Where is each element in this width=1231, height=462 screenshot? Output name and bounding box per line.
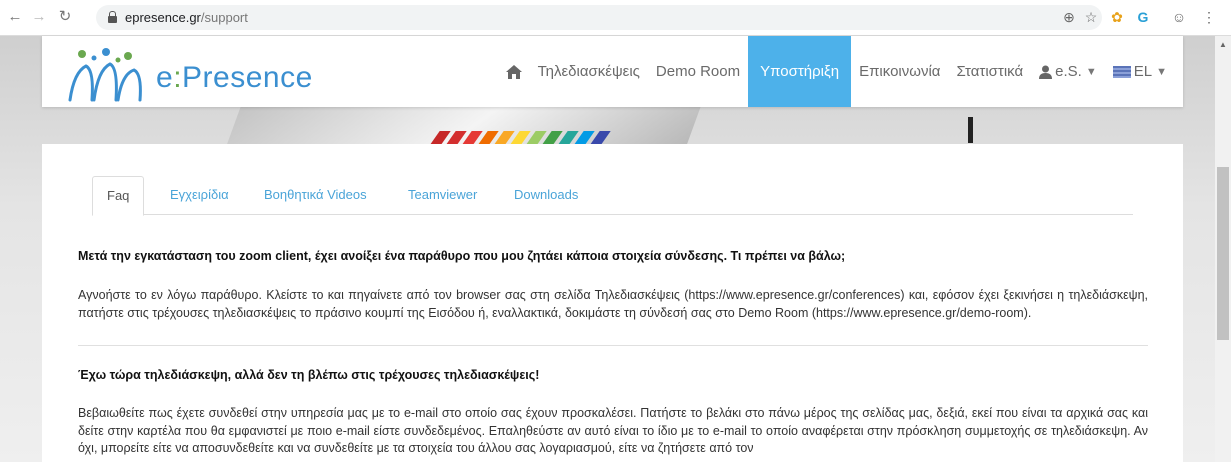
nav-demo-room[interactable]: Demo Room xyxy=(648,36,748,107)
tab-help-videos[interactable]: Βοηθητικά Videos xyxy=(250,176,381,214)
logo-text: e:Presence xyxy=(156,61,313,95)
faq-question: Μετά την εγκατάσταση του zoom client, έχ… xyxy=(78,249,846,263)
site-logo[interactable]: e:Presence xyxy=(64,44,324,102)
url-domain: epresence.gr xyxy=(125,10,201,25)
support-tabs: Faq Εγχειρίδια Βοηθητικά Videos Teamview… xyxy=(92,176,1133,216)
url-path: /support xyxy=(200,10,248,25)
user-icon xyxy=(1039,65,1053,79)
nav-contact[interactable]: Επικοινωνία xyxy=(851,36,948,107)
extension-badge-icon[interactable]: G xyxy=(1134,8,1152,26)
faq-divider xyxy=(78,345,1148,346)
zoom-icon[interactable]: ⊕ xyxy=(1060,8,1078,26)
back-icon[interactable]: ← xyxy=(6,8,24,26)
home-icon xyxy=(505,64,522,79)
language-label: EL xyxy=(1133,63,1153,80)
logo-figures-icon xyxy=(68,48,142,102)
logo-prefix: e xyxy=(156,61,174,94)
extension-icon[interactable]: ✿ xyxy=(1108,8,1126,26)
nav-statistics[interactable]: Στατιστικά xyxy=(948,36,1031,107)
site-header: e:Presence Τηλεδιασκέψεις Demo Room Υποσ… xyxy=(42,36,1183,107)
nav-conferences[interactable]: Τηλεδιασκέψεις xyxy=(530,36,648,107)
chevron-down-icon: ▼ xyxy=(1156,65,1167,78)
hero-detail xyxy=(968,117,973,143)
support-content: Faq Εγχειρίδια Βοηθητικά Videos Teamview… xyxy=(42,144,1183,462)
nav-user-menu[interactable]: e.S. ▼ xyxy=(1031,36,1105,107)
faq-question: Έχω τώρα τηλεδιάσκεψη, αλλά δεν τη βλέπω… xyxy=(78,368,540,382)
forward-icon[interactable]: → xyxy=(30,8,48,26)
main-nav: Τηλεδιασκέψεις Demo Room Υποστήριξη Επικ… xyxy=(498,36,1183,107)
browser-toolbar: ← → ↻ epresence.gr/support ⊕ ☆ ✿ G ☺ ⋮ xyxy=(0,0,1231,36)
nav-support[interactable]: Υποστήριξη xyxy=(748,36,852,107)
flag-icon xyxy=(1112,65,1131,78)
nav-language[interactable]: EL ▼ xyxy=(1105,36,1183,107)
address-bar[interactable]: epresence.gr/support ⊕ ☆ xyxy=(96,5,1102,30)
lock-icon xyxy=(108,11,117,23)
tab-faq[interactable]: Faq xyxy=(92,176,145,216)
user-initials: e.S. xyxy=(1055,63,1082,80)
profile-icon[interactable]: ☺ xyxy=(1170,8,1188,26)
faq-answer: Βεβαιωθείτε πως έχετε συνδεθεί στην υπηρ… xyxy=(78,406,1148,455)
logo-suffix: Presence xyxy=(182,61,313,94)
chevron-down-icon: ▼ xyxy=(1085,65,1097,78)
tab-teamviewer[interactable]: Teamviewer xyxy=(394,176,491,214)
reload-icon[interactable]: ↻ xyxy=(56,8,74,26)
star-icon[interactable]: ☆ xyxy=(1082,8,1100,26)
scroll-up-icon[interactable]: ▲ xyxy=(1219,40,1227,49)
logo-colon: : xyxy=(173,61,183,94)
url-text: epresence.gr/support xyxy=(125,10,248,25)
menu-icon[interactable]: ⋮ xyxy=(1200,8,1218,26)
scroll-thumb[interactable] xyxy=(1217,167,1229,340)
tab-manuals[interactable]: Εγχειρίδια xyxy=(156,176,243,214)
faq-answer: Αγνοήστε το εν λόγω παράθυρο. Κλείστε το… xyxy=(78,288,1148,320)
nav-home[interactable] xyxy=(498,36,530,107)
tab-downloads[interactable]: Downloads xyxy=(500,176,592,214)
